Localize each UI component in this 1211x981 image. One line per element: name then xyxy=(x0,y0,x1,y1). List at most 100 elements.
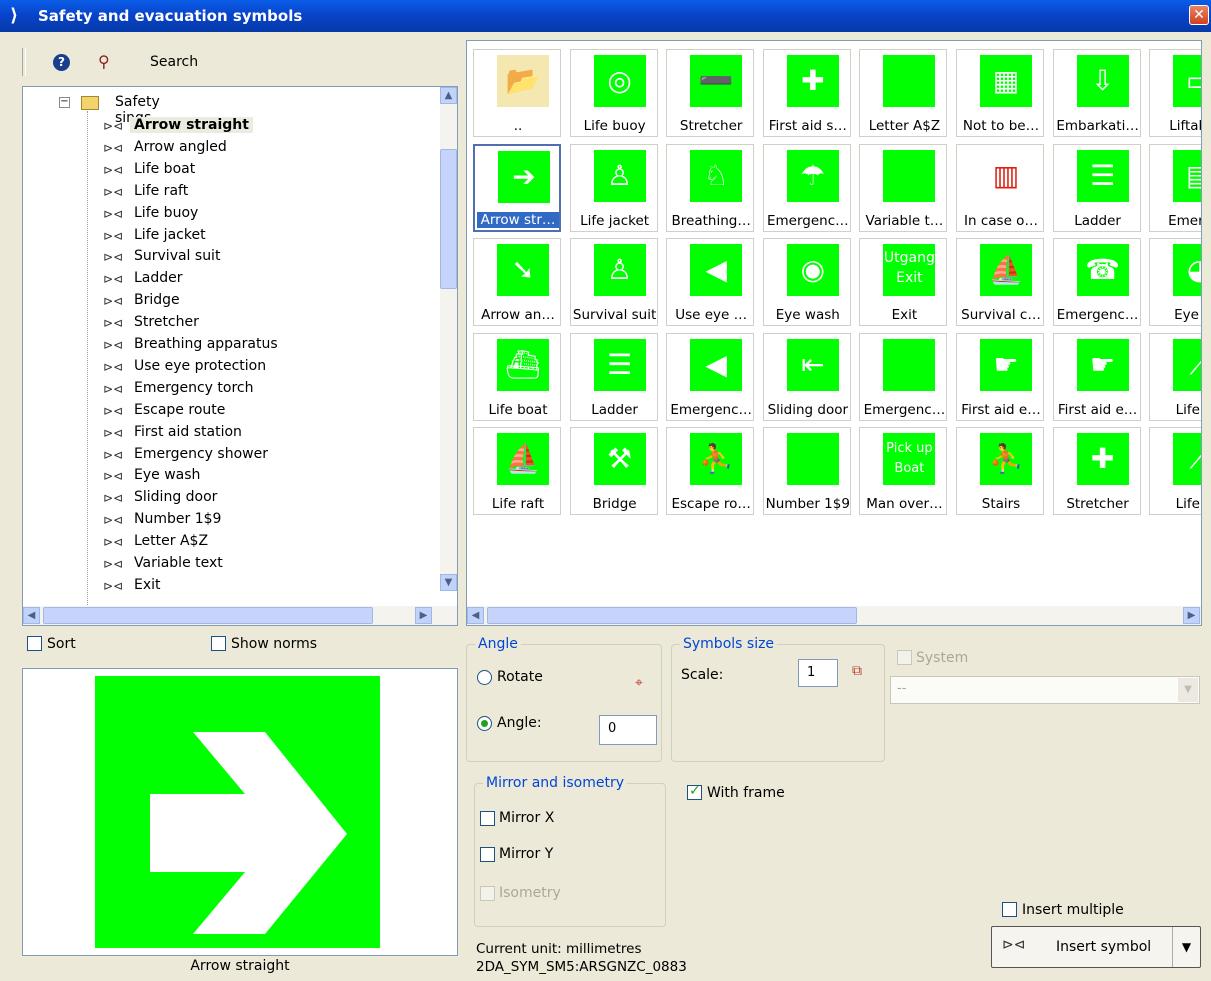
symbol-cell[interactable]: ⟋ Life b xyxy=(1147,425,1201,517)
insert-symbol-button[interactable]: ⊳⊲ Insert symbol ▼ xyxy=(991,926,1201,968)
symbol-cell[interactable]: ⛵ Life raft xyxy=(471,425,563,517)
tree-horizontal-scrollbar[interactable]: ◀ ▶ xyxy=(23,606,457,625)
tree-item-label: Sliding door xyxy=(134,489,218,506)
title-bar[interactable]: ⟩ Safety and evacuation symbols ✕ xyxy=(0,0,1211,32)
mirror-x-checkbox[interactable] xyxy=(480,811,495,826)
pick-scale-icon[interactable]: ⧉ xyxy=(852,663,862,679)
show-norms-checkbox[interactable] xyxy=(211,636,226,651)
symbol-cell[interactable]: ⛵ Survival c… xyxy=(954,236,1046,328)
symbol-cell[interactable]: ⟋ Life b xyxy=(1147,331,1201,423)
with-frame-checkbox[interactable] xyxy=(687,783,702,800)
symbol-cell[interactable]: ➔ Arrow str… xyxy=(471,142,563,234)
preview-caption: Arrow straight xyxy=(190,958,290,974)
system-checkbox[interactable] xyxy=(897,650,912,665)
scroll-right-button[interactable]: ▶ xyxy=(415,607,432,624)
sort-checkbox[interactable] xyxy=(27,636,42,651)
angle-input[interactable]: 0 xyxy=(599,715,657,745)
insert-dropdown-button[interactable]: ▼ xyxy=(1172,927,1200,967)
symbol-grid[interactable]: 📂.. ◎ Life buoy ➖ Stretcher ✚ First aid s… Lett… xyxy=(466,40,1202,626)
symbol-cell-frame: ▥ In case o… xyxy=(956,143,1044,232)
scroll-down-button[interactable]: ▼ xyxy=(440,574,457,591)
symbol-cell[interactable]: ➘ Arrow an… xyxy=(471,236,563,328)
symbol-cell[interactable]: ◀ Use eye … xyxy=(664,236,756,328)
isometry-checkbox[interactable] xyxy=(480,886,495,901)
symbol-cell[interactable]: 📂.. xyxy=(471,47,563,139)
symbol-cell[interactable]: Utgang Exit Exit xyxy=(857,236,949,328)
symbol-node-icon: ⊳⊲ xyxy=(103,294,124,309)
symbol-cell[interactable]: ⇩ Embarkati… xyxy=(1051,47,1143,139)
symbol-cell[interactable]: ☂ Emergenc… xyxy=(761,142,853,234)
symbol-cell[interactable]: ◎ Life buoy xyxy=(568,47,660,139)
grid-horizontal-thumb[interactable] xyxy=(487,607,857,624)
symbol-cell[interactable]: Emergenc… xyxy=(857,331,949,423)
symbol-cell[interactable]: ✚ First aid s… xyxy=(761,47,853,139)
rotate-radio[interactable] xyxy=(477,670,492,685)
symbol-cell[interactable]: ♘ Breathing… xyxy=(664,142,756,234)
symbol-node-icon: ⊳⊲ xyxy=(103,338,124,352)
binoculars-icon[interactable]: ⚲ xyxy=(98,52,110,71)
symbol-cell[interactable]: ☛ First aid e… xyxy=(1051,331,1143,423)
symbol-cell[interactable]: ☰ Ladder xyxy=(1051,142,1143,234)
symbol-cell[interactable]: Variable t… xyxy=(857,142,949,234)
symbol-cell[interactable]: ✚ Stretcher xyxy=(1051,425,1143,517)
symbol-thumbnail-icon: ⛹ xyxy=(980,433,1032,485)
scroll-left-button[interactable]: ◀ xyxy=(23,607,40,624)
symbol-cell-label: Life boat xyxy=(488,401,548,418)
symbol-cell[interactable]: ⛹ Escape ro… xyxy=(664,425,756,517)
symbol-cell[interactable]: ⛹ Stairs xyxy=(954,425,1046,517)
app-icon: ⟩ xyxy=(10,5,19,26)
symbol-cell[interactable]: ➖ Stretcher xyxy=(664,47,756,139)
search-button[interactable]: Search xyxy=(150,54,198,70)
symbol-cell[interactable]: ▥ In case o… xyxy=(954,142,1046,234)
symbol-cell[interactable]: ☰ Ladder xyxy=(568,331,660,423)
symbol-tree[interactable]: − Safety sings ⊳⊲Arrow straight⊳⊲Arrow a… xyxy=(22,86,458,626)
tree-item-label: Life boat xyxy=(134,160,196,177)
symbol-cell[interactable]: ♙ Life jacket xyxy=(568,142,660,234)
grid-horizontal-scrollbar[interactable]: ◀ ▶ xyxy=(467,606,1201,625)
tree-vertical-scrollbar[interactable]: ▲ ▼ xyxy=(440,87,457,591)
symbol-cell[interactable]: ⛴ Life boat xyxy=(471,331,563,423)
close-button[interactable]: ✕ xyxy=(1189,5,1209,25)
symbol-cell[interactable]: ☛ First aid e… xyxy=(954,331,1046,423)
symbol-cell[interactable]: Letter A$Z xyxy=(857,47,949,139)
tree-vertical-thumb[interactable] xyxy=(440,149,457,289)
grid-scroll-right-button[interactable]: ▶ xyxy=(1183,607,1200,624)
scale-input[interactable]: 1 xyxy=(798,659,838,687)
isometry-label: Isometry xyxy=(499,885,561,901)
chevron-down-icon[interactable]: ▼ xyxy=(1178,678,1198,702)
symbol-cell[interactable]: Pick up Boat Man over… xyxy=(857,425,949,517)
symbol-cell[interactable]: Number 1$9 xyxy=(761,425,853,517)
symbol-cell-label: Emerge xyxy=(1168,212,1201,229)
symbol-node-icon: ⊳⊲ xyxy=(103,184,124,199)
symbol-cell[interactable]: ▭ Liftable xyxy=(1147,47,1201,139)
symbol-cell-label: Variable t… xyxy=(865,212,944,229)
symbol-node-icon: ⊳⊲ xyxy=(103,381,124,396)
symbol-thumbnail-icon: ⛴ xyxy=(497,338,549,391)
symbol-cell[interactable]: ▦ Not to be… xyxy=(954,47,1046,139)
symbol-cell[interactable]: ⚒ Bridge xyxy=(568,425,660,517)
system-select[interactable]: -- ▼ xyxy=(890,676,1200,704)
insert-multiple-checkbox[interactable] xyxy=(1002,902,1017,917)
symbol-cell[interactable]: ⇤ Sliding door xyxy=(761,331,853,423)
symbol-thumbnail-icon: ♙ xyxy=(593,244,646,296)
arrow-right-icon xyxy=(150,732,347,934)
tree-item-label: Arrow angled xyxy=(134,138,227,155)
symbol-cell[interactable]: ◀ Emergenc… xyxy=(664,331,756,423)
symbol-preview xyxy=(22,668,458,956)
close-icon: ✕ xyxy=(1193,7,1205,23)
symbol-cell[interactable]: ◕ Eye w xyxy=(1147,236,1201,328)
symbol-cell[interactable]: ☎ Emergenc… xyxy=(1051,236,1143,328)
help-icon[interactable]: ? xyxy=(53,54,70,71)
scroll-up-button[interactable]: ▲ xyxy=(440,87,457,104)
collapse-icon[interactable]: − xyxy=(59,97,70,108)
symbol-thumbnail-icon: ⛹ xyxy=(690,433,743,485)
symbol-cell[interactable]: ◉ Eye wash xyxy=(761,236,853,328)
pick-angle-icon[interactable]: ⌖ xyxy=(635,675,643,691)
grid-scroll-left-button[interactable]: ◀ xyxy=(467,607,484,624)
mirror-y-checkbox[interactable] xyxy=(480,847,495,862)
tree-horizontal-thumb[interactable] xyxy=(43,607,373,624)
symbol-cell[interactable]: ▤ Emerge xyxy=(1147,142,1201,234)
toolbar-grip[interactable] xyxy=(22,48,26,76)
angle-radio[interactable] xyxy=(477,716,492,731)
symbol-cell[interactable]: ♙ Survival suit xyxy=(568,236,660,328)
